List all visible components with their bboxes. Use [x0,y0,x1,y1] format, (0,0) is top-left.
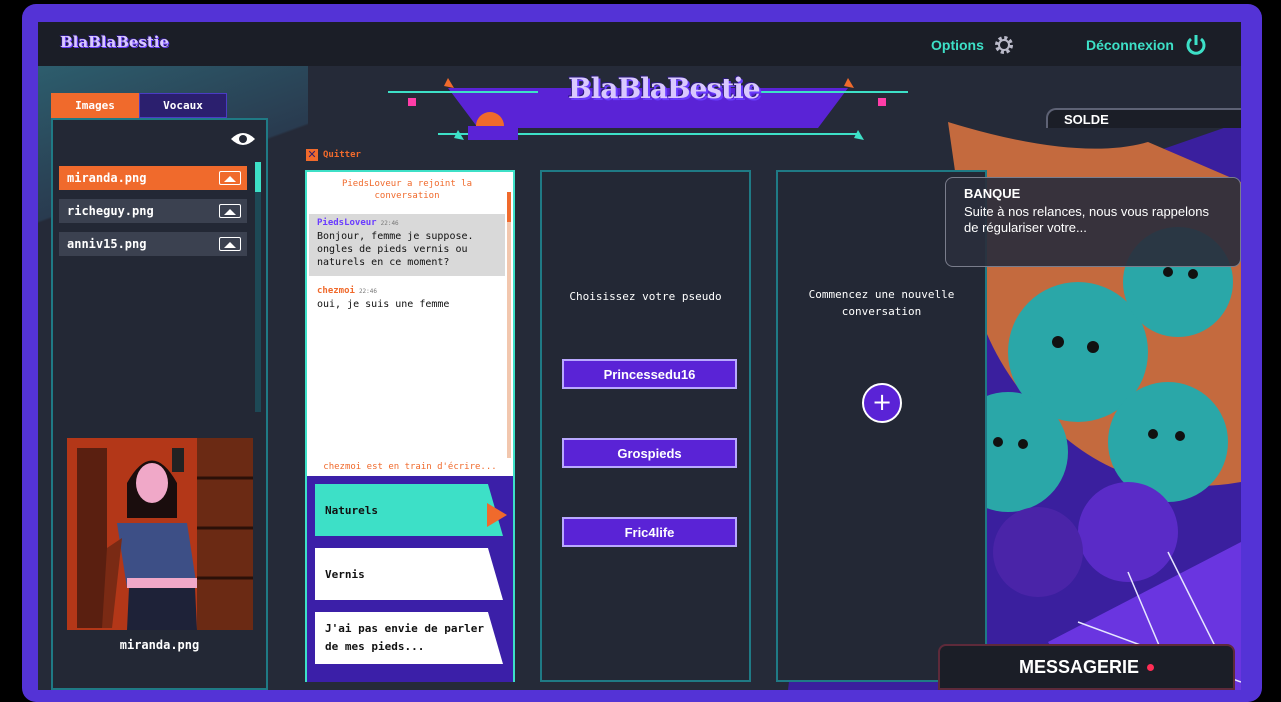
notification-sender: BANQUE [964,186,1021,201]
media-tabs: Images Vocaux [51,93,227,118]
options-button[interactable]: Options [931,33,1016,57]
image-preview [67,438,253,630]
chat-message: chezmoi 22:46 oui, je suis une femme [309,282,505,315]
balance-label: SOLDE [1046,108,1241,128]
typing-indicator: chezmoi est en train d'écrire... [323,462,497,472]
quit-button[interactable]: ✕ Quitter [306,149,361,161]
messagerie-label: MESSAGERIE [1018,656,1140,677]
gear-icon [994,36,1013,54]
game-screen: BlaBlaBestie Options Déconnexion BlaBlaB… [38,22,1241,690]
message-time: 22:46 [380,220,399,227]
answer-choices: Naturels Vernis J'ai pas envie de parler… [307,476,513,682]
answer-option-vernis[interactable]: Vernis [315,548,503,600]
message-author: chezmoi [317,286,355,296]
message-text: oui, je suis une femme [317,299,450,310]
preview-filename: miranda.png [119,638,200,652]
file-name: richeguy.png [67,204,154,218]
selection-arrow-icon [487,503,507,527]
file-name: miranda.png [67,171,147,185]
new-conversation-button[interactable]: + [862,383,902,423]
file-item-richeguy[interactable]: richeguy.png [59,199,247,223]
message-time: 22:46 [358,288,377,295]
notification-dot-icon [1147,663,1155,671]
pseudo-option-princessedu16[interactable]: Princessedu16 [562,359,737,389]
logout-label: Déconnexion [1086,37,1174,53]
answer-option-refuse[interactable]: J'ai pas envie de parler de mes pieds... [315,612,503,664]
chat-message: PiedsLoveur 22:46 Bonjour, femme je suppo… [309,214,505,276]
media-panel: miranda.png richeguy.png anniv15.png mir… [51,118,268,690]
file-item-anniv15[interactable]: anniv15.png [59,232,247,256]
logout-button[interactable]: Déconnexion [1086,33,1208,57]
chat-panel: PiedsLoveur a rejoint la conversation Pi… [305,170,515,682]
file-name: anniv15.png [67,237,147,251]
image-icon [219,237,241,251]
quit-label: Quitter [323,150,361,160]
tab-images[interactable]: Images [51,93,139,118]
pseudo-title: Choisissez votre pseudo [569,290,722,303]
tab-vocaux[interactable]: Vocaux [139,93,227,118]
chat-scrollbar[interactable] [507,192,511,458]
eye-icon[interactable] [229,130,257,148]
notification-text: Suite à nos relances, nous vous rappelon… [964,204,1209,235]
pseudo-panel: Choisissez votre pseudo Princessedu16 Gr… [540,170,751,682]
image-icon [219,171,241,185]
notification-card[interactable]: BANQUE Suite à nos relances, nous vous r… [945,177,1241,267]
new-conversation-title: Commencez une nouvelle conversation [808,288,955,318]
pseudo-option-fric4life[interactable]: Fric4life [562,517,737,547]
messagerie-button[interactable]: MESSAGERIE [938,644,1235,690]
app-title: BlaBlaBestie [568,72,761,105]
message-author-wrap: chezmoi 22:46 [317,286,497,296]
message-author: PiedsLoveur [317,218,377,228]
message-author-wrap: PiedsLoveur 22:46 [317,218,497,228]
image-icon [219,204,241,218]
pseudo-option-grospieds[interactable]: Grospieds [562,438,737,468]
power-icon [1186,35,1206,55]
options-label: Options [931,37,984,53]
top-bar: BlaBlaBestie Options Déconnexion [38,22,1241,66]
file-list-scrollbar[interactable] [255,162,261,412]
app-logo: BlaBlaBestie [60,33,170,51]
join-notice: PiedsLoveur a rejoint la conversation [341,179,473,201]
close-icon: ✕ [306,148,318,161]
answer-option-naturels[interactable]: Naturels [315,484,503,536]
message-text: Bonjour, femme je suppose. ongles de pie… [317,231,474,268]
file-item-miranda[interactable]: miranda.png [59,166,247,190]
